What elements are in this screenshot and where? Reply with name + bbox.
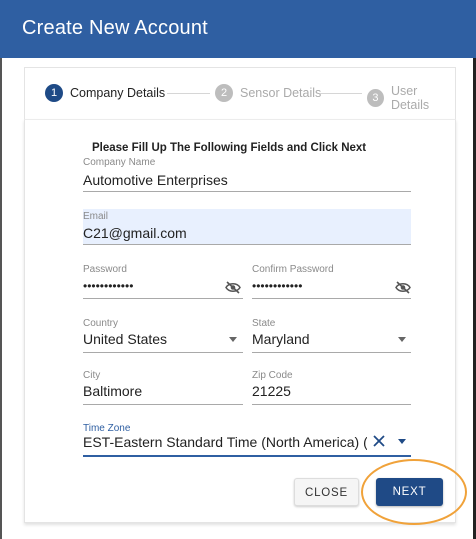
confirm-password-value: •••••••••••• (252, 279, 303, 293)
field-underline (83, 191, 411, 192)
state-select[interactable]: State Maryland (252, 318, 411, 353)
password-value: •••••••••••• (83, 279, 134, 293)
email-value: C21@gmail.com (83, 225, 187, 241)
step-connector (167, 93, 210, 94)
email-label: Email (83, 211, 109, 222)
field-underline-focused (83, 455, 411, 457)
field-underline (252, 404, 411, 405)
time-zone-value: EST-Eastern Standard Time (North America… (83, 434, 367, 450)
step-sensor-details[interactable]: 2 Sensor Details (215, 84, 321, 102)
city-field[interactable]: City Baltimore (83, 370, 243, 405)
country-value: United States (83, 331, 168, 347)
city-value: Baltimore (83, 383, 143, 399)
state-value: Maryland (252, 331, 310, 347)
step-label: Sensor Details (240, 86, 322, 100)
next-button-highlight-circle (361, 459, 467, 525)
eye-off-icon[interactable] (225, 281, 241, 294)
time-zone-value-clip: EST-Eastern Standard Time (North America… (83, 434, 367, 454)
step-company-details[interactable]: 1 Company Details (45, 84, 165, 102)
close-icon[interactable] (373, 435, 385, 447)
zip-code-value: 21225 (252, 383, 291, 399)
stepper: 1 Company Details 2 Sensor Details 3 Use… (24, 67, 456, 119)
country-label: Country (83, 318, 119, 329)
password-field[interactable]: Password •••••••••••• (83, 264, 243, 299)
dialog-header: Create New Account (0, 0, 476, 58)
time-zone-label: Time Zone (83, 423, 131, 434)
email-field[interactable]: Email C21@gmail.com (83, 209, 411, 245)
password-label: Password (83, 264, 127, 275)
step-label: User Details (390, 84, 430, 112)
zip-code-field[interactable]: Zip Code 21225 (252, 370, 411, 405)
step-connector (320, 93, 362, 94)
country-select[interactable]: Country United States (83, 318, 243, 353)
close-button[interactable]: CLOSE (294, 478, 359, 506)
company-name-field[interactable]: Company Name Automotive Enterprises (83, 157, 411, 193)
field-underline (83, 352, 243, 353)
form-heading: Please Fill Up The Following Fields and … (92, 142, 367, 154)
field-underline (252, 352, 411, 353)
company-name-label: Company Name (83, 157, 156, 168)
time-zone-select[interactable]: Time Zone EST-Eastern Standard Time (Nor… (83, 423, 411, 457)
field-underline (83, 298, 243, 299)
confirm-password-label: Confirm Password (252, 264, 334, 275)
create-account-dialog: Create New Account 1 Company Details 2 S… (0, 0, 476, 539)
field-underline (252, 298, 411, 299)
step-label: Company Details (70, 86, 166, 100)
confirm-password-field[interactable]: Confirm Password •••••••••••• (252, 264, 411, 299)
step-number: 3 (367, 89, 384, 107)
chevron-down-icon[interactable] (229, 337, 237, 342)
field-underline (83, 244, 411, 245)
chevron-down-icon[interactable] (398, 439, 406, 444)
step-number: 1 (45, 84, 63, 102)
field-underline (83, 404, 243, 405)
step-number: 2 (215, 84, 233, 102)
dialog-border-left (0, 58, 2, 539)
city-label: City (83, 370, 101, 381)
dialog-title: Create New Account (22, 17, 208, 39)
state-label: State (252, 318, 276, 329)
step-user-details[interactable]: 3 User Details (367, 84, 455, 112)
company-name-value: Automotive Enterprises (83, 172, 228, 188)
eye-off-icon[interactable] (395, 281, 411, 294)
chevron-down-icon[interactable] (398, 337, 406, 342)
zip-code-label: Zip Code (252, 370, 293, 381)
